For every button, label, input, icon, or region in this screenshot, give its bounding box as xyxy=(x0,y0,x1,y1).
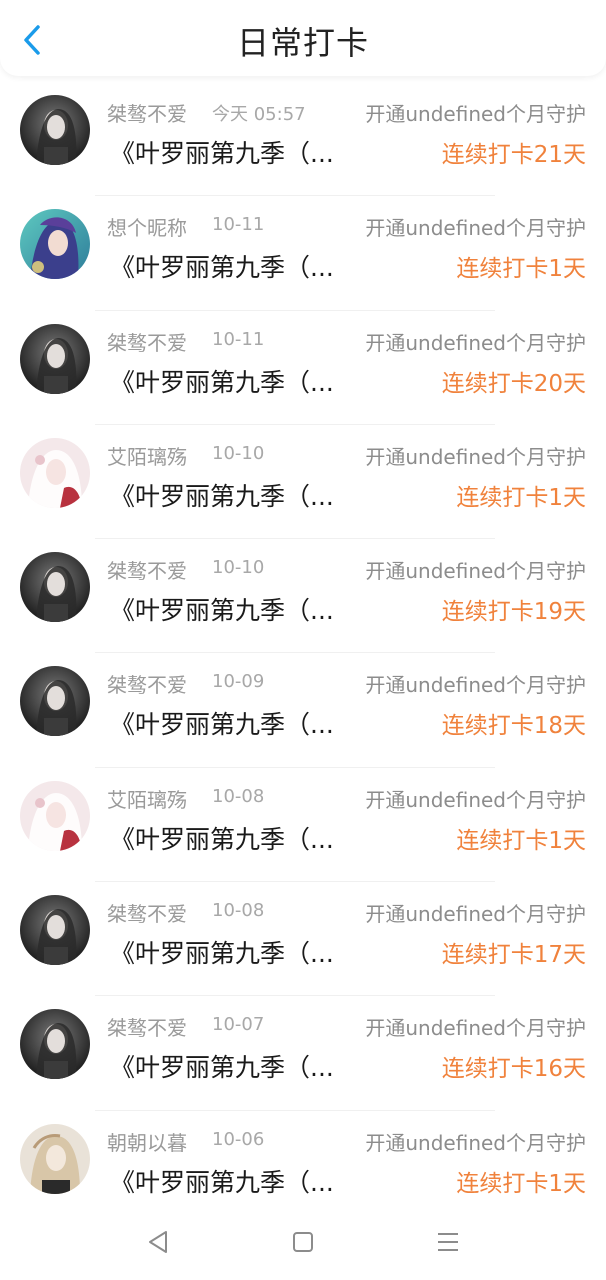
username[interactable]: 桀骜不爱 xyxy=(107,555,187,584)
streak-count: 连续打卡19天 xyxy=(441,599,586,626)
streak-count: 连续打卡21天 xyxy=(441,142,586,168)
list-item[interactable]: 艾陌璃殇 10-10 开通undefined个月守护 《叶罗丽第九季（... 连… xyxy=(0,425,606,540)
username[interactable]: 艾陌璃殇 xyxy=(107,441,187,470)
avatar[interactable] xyxy=(20,666,90,737)
checkin-date: 10-11 xyxy=(212,214,265,236)
list-item[interactable]: 桀骜不爱 今天 05:57 开通undefined个月守护 《叶罗丽第九季（..… xyxy=(0,82,606,197)
username[interactable]: 桀骜不爱 xyxy=(107,669,187,698)
list-item[interactable]: 想个昵称 10-11 开通undefined个月守护 《叶罗丽第九季（... 连… xyxy=(0,196,606,311)
book-title[interactable]: 《叶罗丽第九季（... xyxy=(110,1048,334,1084)
checkin-date: 10-06 xyxy=(212,1128,265,1150)
square-home-icon xyxy=(293,1232,313,1252)
guard-text: 开通undefined个月守护 xyxy=(365,673,586,698)
avatar[interactable] xyxy=(20,95,90,165)
streak-count: 连续打卡1天 xyxy=(456,256,586,283)
list-item[interactable]: 桀骜不爱 10-10 开通undefined个月守护 《叶罗丽第九季（... 连… xyxy=(0,539,606,654)
book-title[interactable]: 《叶罗丽第九季（... xyxy=(110,820,334,856)
nav-back-button[interactable] xyxy=(138,1222,178,1262)
username[interactable]: 桀骜不爱 xyxy=(107,1012,187,1041)
checkin-date: 今天 05:57 xyxy=(212,104,306,125)
list-item[interactable]: 桀骜不爱 10-09 开通undefined个月守护 《叶罗丽第九季（... 连… xyxy=(0,653,606,768)
guard-text: 开通undefined个月守护 xyxy=(365,1016,586,1041)
book-title[interactable]: 《叶罗丽第九季（... xyxy=(110,705,334,741)
checkin-date: 10-07 xyxy=(212,1014,265,1036)
list-item[interactable]: 艾陌璃殇 10-08 开通undefined个月守护 《叶罗丽第九季（... 连… xyxy=(0,768,606,883)
hamburger-menu-icon xyxy=(438,1233,458,1251)
checkin-date: 10-10 xyxy=(212,557,265,579)
avatar[interactable] xyxy=(20,209,90,280)
streak-count: 连续打卡18天 xyxy=(441,713,586,740)
guard-text: 开通undefined个月守护 xyxy=(365,102,586,126)
list-item[interactable]: 桀骜不爱 10-08 开通undefined个月守护 《叶罗丽第九季（... 连… xyxy=(0,882,606,997)
guard-text: 开通undefined个月守护 xyxy=(365,330,586,355)
guard-text: 开通undefined个月守护 xyxy=(365,559,586,584)
triangle-back-icon xyxy=(149,1231,167,1253)
streak-count: 连续打卡16天 xyxy=(441,1056,586,1083)
guard-text: 开通undefined个月守护 xyxy=(365,1130,586,1155)
streak-count: 连续打卡20天 xyxy=(441,370,586,397)
checkin-date: 10-08 xyxy=(212,900,265,922)
nav-menu-button[interactable] xyxy=(428,1222,468,1262)
book-title[interactable]: 《叶罗丽第九季（... xyxy=(110,591,334,627)
username[interactable]: 朝朝以暮 xyxy=(107,1127,187,1156)
username[interactable]: 想个昵称 xyxy=(107,212,187,241)
avatar[interactable] xyxy=(20,552,90,623)
guard-text: 开通undefined个月守护 xyxy=(365,444,586,469)
nav-home-button[interactable] xyxy=(283,1222,323,1262)
guard-text: 开通undefined个月守护 xyxy=(365,787,586,812)
avatar[interactable] xyxy=(20,1123,90,1194)
checkin-date: 10-08 xyxy=(212,785,265,807)
list-item[interactable]: 桀骜不爱 10-07 开通undefined个月守护 《叶罗丽第九季（... 连… xyxy=(0,996,606,1111)
streak-count: 连续打卡17天 xyxy=(441,942,586,969)
checkin-date: 10-09 xyxy=(212,671,265,693)
checkin-date: 10-11 xyxy=(212,328,265,350)
username[interactable]: 桀骜不爱 xyxy=(107,898,187,927)
page-title: 日常打卡 xyxy=(236,24,369,62)
avatar[interactable] xyxy=(20,1009,90,1080)
header-bar: 日常打卡 xyxy=(0,0,606,76)
guard-text: 开通undefined个月守护 xyxy=(365,902,586,927)
streak-count: 连续打卡1天 xyxy=(456,827,586,854)
guard-text: 开通undefined个月守护 xyxy=(365,216,586,241)
book-title[interactable]: 《叶罗丽第九季（... xyxy=(110,1163,334,1199)
avatar[interactable] xyxy=(20,780,90,851)
avatar[interactable] xyxy=(20,895,90,966)
system-nav-bar xyxy=(0,1200,606,1280)
book-title[interactable]: 《叶罗丽第九季（... xyxy=(110,363,334,399)
book-title[interactable]: 《叶罗丽第九季（... xyxy=(110,477,334,513)
avatar[interactable] xyxy=(20,323,90,394)
book-title[interactable]: 《叶罗丽第九季（... xyxy=(110,134,334,170)
username[interactable]: 桀骜不爱 xyxy=(107,98,187,127)
list-item[interactable]: 桀骜不爱 10-11 开通undefined个月守护 《叶罗丽第九季（... 连… xyxy=(0,311,606,425)
book-title[interactable]: 《叶罗丽第九季（... xyxy=(110,934,334,970)
checkin-date: 10-10 xyxy=(212,442,265,464)
checkin-list: 桀骜不爱 今天 05:57 开通undefined个月守护 《叶罗丽第九季（..… xyxy=(0,82,606,1225)
streak-count: 连续打卡1天 xyxy=(456,1170,586,1197)
streak-count: 连续打卡1天 xyxy=(456,484,586,511)
book-title[interactable]: 《叶罗丽第九季（... xyxy=(110,248,334,284)
avatar[interactable] xyxy=(20,437,90,508)
username[interactable]: 桀骜不爱 xyxy=(107,327,187,356)
username[interactable]: 艾陌璃殇 xyxy=(107,784,187,813)
